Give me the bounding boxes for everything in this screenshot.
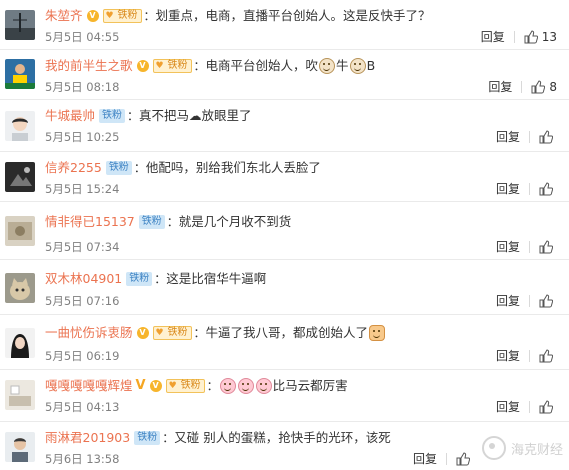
comment-date: 5月5日 07:34 — [45, 240, 120, 254]
dark-avatar-icon[interactable] — [5, 162, 35, 192]
like-button[interactable]: 8 — [531, 79, 557, 95]
reply-button[interactable]: 回复 — [496, 399, 520, 415]
username-link[interactable]: 牛城最帅 — [45, 106, 95, 126]
cow-emoji-icon — [319, 58, 336, 74]
like-button[interactable] — [539, 400, 557, 414]
tie-fan-badge: 铁粉 — [105, 161, 132, 175]
person-avatar-icon[interactable] — [5, 59, 35, 89]
username-link[interactable]: 情非得已15137 — [45, 212, 135, 232]
room-avatar-icon[interactable] — [5, 380, 35, 410]
cow-emoji-icon — [349, 58, 366, 74]
like-button[interactable] — [539, 294, 557, 308]
thumbs-up-icon — [539, 182, 553, 196]
thumbs-up-icon — [531, 80, 546, 94]
comment-text: 又碰 别人的蛋糕，抢快手的光环，该死 — [174, 430, 391, 445]
comment-text: 比马云都厉害 — [272, 378, 348, 393]
man-avatar-icon[interactable] — [5, 432, 35, 462]
laugh-cry-emoji-icon — [255, 378, 272, 394]
comment-text: 划重点，电商，直播平台创始人。这是反快手了？ — [155, 8, 431, 23]
vip-icon: V — [136, 60, 149, 72]
comment-text: 他配吗，别给我们东北人丢脸了 — [145, 160, 321, 175]
comment-date: 5月5日 07:16 — [45, 294, 120, 308]
username-link[interactable]: 一曲忧伤诉衷肠 — [45, 323, 133, 343]
fan-badge: ♥ 铁粉 — [152, 326, 192, 340]
comment-item: 信养2255 铁粉 ： 他配吗，别给我们东北人丢脸了 5月5日 15:24 回复 — [0, 152, 569, 202]
username-link[interactable]: 我的前半生之歌 — [45, 56, 133, 76]
laugh-cry-emoji-icon — [237, 378, 254, 394]
comment-item: 一曲忧伤诉衷肠 V ♥ 铁粉 ： 牛逼了我八哥，都成创始人了 5月5日 06:19… — [0, 315, 569, 370]
reply-button[interactable]: 回复 — [496, 348, 520, 364]
thumbs-up-icon — [539, 349, 553, 363]
comment-date: 5月5日 04:13 — [45, 400, 120, 414]
reply-button[interactable]: 回复 — [488, 79, 512, 95]
comment-text: 牛逼了我八哥，都成创始人了 — [205, 325, 369, 340]
thumbs-up-icon — [539, 294, 553, 308]
vip-icon: V — [136, 327, 149, 339]
comment-item: 情非得已15137 铁粉 ： 就是几个月收不到货 5月5日 07:34 回复 — [0, 202, 569, 260]
tie-fan-badge: 铁粉 — [138, 215, 165, 229]
cat-avatar-icon[interactable] — [5, 273, 35, 303]
thumbs-up-icon — [539, 240, 553, 254]
thumbs-up-icon — [539, 130, 553, 144]
fan-badge: ♥ 铁粉 — [102, 9, 142, 23]
comment-item: 嘎嘎嘎嘎嘎辉煌 V V ♥ 铁粉 ： 比马云都厉害 5月5日 04:13 回复 — [0, 370, 569, 422]
tie-fan-badge: 铁粉 — [99, 109, 126, 123]
fist-emoji-icon — [369, 325, 386, 341]
thumbs-up-icon — [539, 400, 553, 414]
reply-button[interactable]: 回复 — [496, 239, 520, 255]
reply-button[interactable]: 回复 — [413, 451, 437, 467]
comment-item: 牛城最帅 铁粉 ： 真不把马☁放眼里了 5月5日 10:25 回复 — [0, 100, 569, 152]
comment-text: 真不把马☁放眼里了 — [139, 108, 252, 123]
comment-item: 朱堃齐 V ♥ 铁粉 ： 划重点，电商，直播平台创始人。这是反快手了？ 5月5日 … — [0, 0, 569, 50]
comment-date: 5月5日 06:19 — [45, 349, 120, 363]
fan-badge: ♥ 铁粉 — [165, 379, 205, 393]
watermark-logo-icon — [481, 436, 506, 460]
tie-fan-badge: 铁粉 — [126, 272, 153, 286]
thumbs-up-icon — [524, 30, 538, 44]
comment-date: 5月5日 10:25 — [45, 130, 120, 144]
like-button[interactable] — [539, 130, 557, 144]
comment-text: 这是比宿华牛逼啊 — [166, 271, 267, 286]
thumbs-up-icon — [456, 452, 470, 466]
username-link[interactable]: 嘎嘎嘎嘎嘎辉煌 — [45, 376, 133, 396]
username-link[interactable]: 双木林04901 — [45, 269, 122, 289]
comment-text: 电商平台创始人，吹 — [205, 58, 319, 73]
comment-date: 5月5日 04:55 — [45, 30, 120, 44]
like-button[interactable] — [539, 182, 557, 196]
like-button[interactable] — [539, 349, 557, 363]
girl-avatar-icon[interactable] — [5, 328, 35, 358]
fan-badge: ♥ 铁粉 — [152, 59, 192, 73]
landscape-avatar-icon[interactable] — [5, 10, 35, 40]
reply-button[interactable]: 回复 — [481, 29, 505, 45]
comment-text: 就是几个月收不到货 — [178, 214, 292, 229]
reply-button[interactable]: 回复 — [496, 181, 520, 197]
username-link[interactable]: 信养2255 — [45, 158, 102, 178]
username-link[interactable]: 朱堃齐 — [45, 6, 83, 26]
watermark: 海克财经 — [481, 436, 563, 460]
comment-date: 5月5日 15:24 — [45, 182, 120, 196]
like-button[interactable]: 13 — [524, 29, 557, 45]
like-button[interactable] — [539, 240, 557, 254]
comment-date: 5月5日 08:18 — [45, 80, 120, 94]
child-avatar-icon[interactable] — [5, 111, 35, 141]
comment-item: 双木林04901 铁粉 ： 这是比宿华牛逼啊 5月5日 07:16 回复 — [0, 260, 569, 315]
like-count: 13 — [541, 30, 557, 44]
like-count: 8 — [549, 80, 557, 94]
reply-button[interactable]: 回复 — [496, 293, 520, 309]
like-button[interactable] — [456, 452, 474, 466]
laugh-cry-emoji-icon — [219, 378, 236, 394]
username-link[interactable]: 雨淋君201903 — [45, 428, 130, 448]
comment-item: 我的前半生之歌 V ♥ 铁粉 ： 电商平台创始人，吹 牛B 5月5日 08:18 … — [0, 50, 569, 100]
tie-fan-badge: 铁粉 — [134, 431, 161, 445]
vip-icon: V — [86, 10, 99, 22]
watermark-text: 海克财经 — [510, 442, 563, 458]
vip-icon: V — [149, 380, 162, 392]
photo-avatar-icon[interactable] — [5, 216, 35, 246]
verified-v-icon: V — [135, 378, 146, 393]
comment-date: 5月6日 13:58 — [45, 452, 120, 466]
reply-button[interactable]: 回复 — [496, 129, 520, 145]
